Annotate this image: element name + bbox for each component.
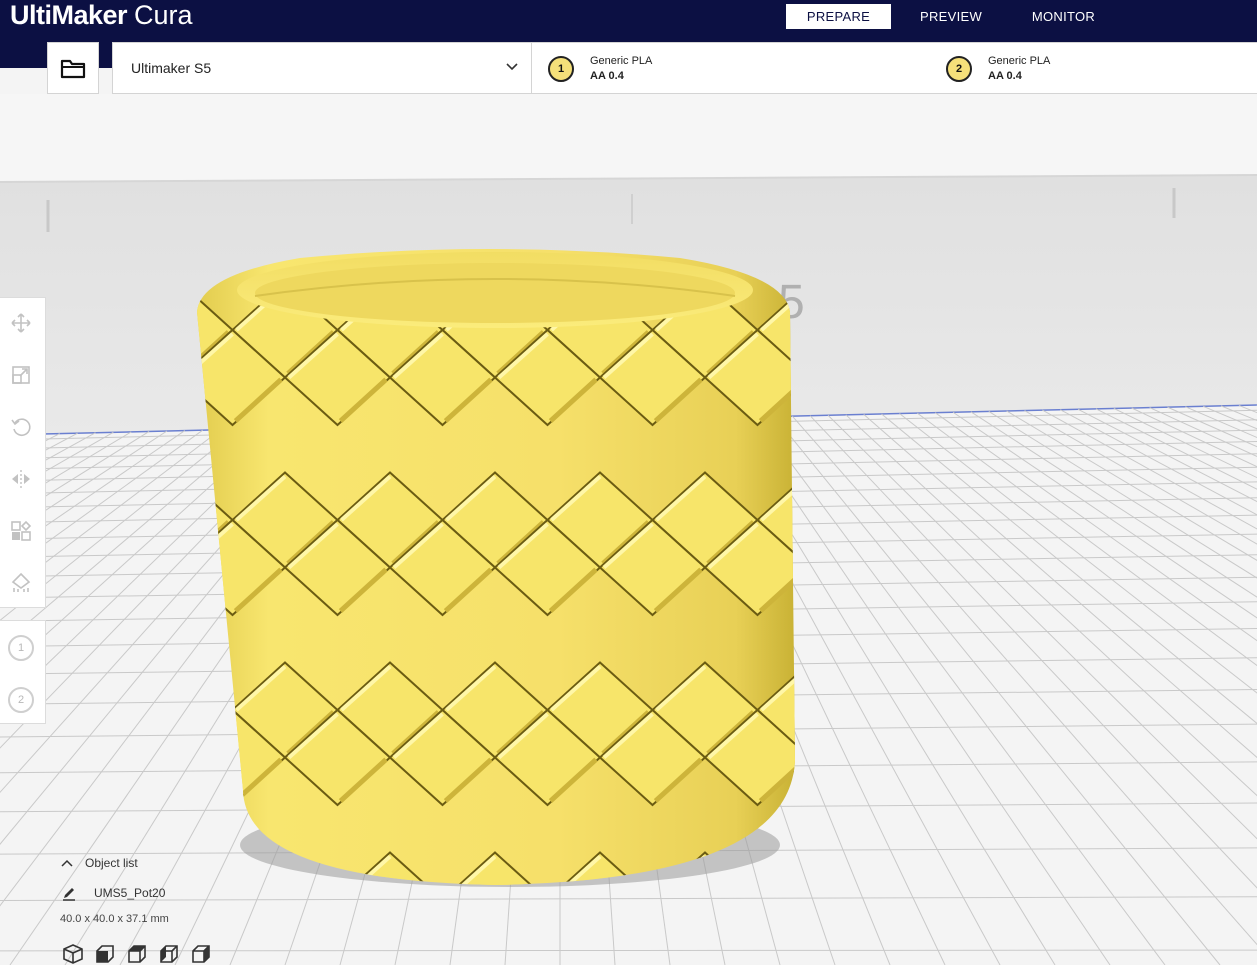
move-icon [11, 313, 31, 333]
brand-product: Cura [134, 0, 193, 30]
extruder-tool-panel: 1 2 [0, 620, 46, 724]
stage-tabs: PREPARE PREVIEW MONITOR [786, 4, 1116, 29]
view-orientation-buttons [60, 942, 220, 965]
mirror-tool-button[interactable] [8, 466, 34, 492]
cube-top-icon [128, 945, 146, 963]
chevron-up-icon [61, 859, 73, 867]
printer-selector[interactable]: Ultimaker S5 [113, 43, 532, 93]
tab-preview[interactable]: PREVIEW [891, 4, 1011, 29]
printer-configuration-bar: Ultimaker S5 1 Generic PLA AA 0.4 2 Gene… [112, 42, 1257, 94]
support-blocker-button[interactable] [8, 570, 34, 596]
view-front-button[interactable] [92, 942, 118, 965]
rotate-icon [11, 418, 31, 436]
brand-name: UltiMaker [10, 0, 128, 30]
support-blocker-icon [11, 572, 31, 592]
move-tool-button[interactable] [8, 310, 34, 336]
object-name: UMS5_Pot20 [94, 886, 166, 900]
mirror-icon [12, 470, 30, 488]
3d-viewport[interactable]: 5 [0, 94, 1257, 965]
pencil-icon [63, 888, 75, 901]
chevron-down-icon [506, 63, 518, 71]
printer-name: Ultimaker S5 [131, 60, 212, 76]
extruder-2-button[interactable]: 2 [8, 687, 34, 713]
extruder-1-icon: 1 [548, 56, 574, 82]
view-left-button[interactable] [156, 942, 182, 965]
per-model-settings-button[interactable] [8, 518, 34, 544]
view-right-button[interactable] [188, 942, 214, 965]
view-3d-button[interactable] [60, 942, 86, 965]
extruder-2-core: AA 0.4 [988, 70, 1022, 82]
scale-tool-button[interactable] [8, 362, 34, 388]
folder-icon [60, 59, 86, 79]
per-model-settings-icon [11, 520, 32, 541]
open-file-button[interactable] [47, 42, 99, 94]
extruder-2-icon: 2 [946, 56, 972, 82]
object-list-label: Object list [85, 856, 138, 870]
app-logo: UltiMaker Cura [10, 0, 193, 34]
extruder-1-button[interactable]: 1 [8, 635, 34, 661]
build-plate-scene: 5 [0, 94, 1257, 965]
view-top-button[interactable] [124, 942, 150, 965]
object-dimensions: 40.0 x 40.0 x 37.1 mm [60, 913, 169, 925]
object-list-toggle[interactable]: Object list [61, 856, 138, 870]
extruder-1-core: AA 0.4 [590, 70, 624, 82]
tab-monitor[interactable]: MONITOR [1011, 4, 1116, 29]
tool-panel [0, 297, 46, 608]
tab-prepare[interactable]: PREPARE [786, 4, 891, 29]
cube-front-icon [96, 945, 114, 963]
extruder-1-material: Generic PLA [590, 55, 653, 67]
rotate-tool-button[interactable] [8, 414, 34, 440]
scale-icon [12, 366, 30, 384]
cube-3d-icon [63, 944, 83, 964]
object-list-item[interactable]: UMS5_Pot20 [61, 885, 165, 901]
cube-right-icon [192, 945, 210, 963]
cube-left-icon [160, 945, 178, 963]
extruder-2-material: Generic PLA [988, 55, 1051, 67]
